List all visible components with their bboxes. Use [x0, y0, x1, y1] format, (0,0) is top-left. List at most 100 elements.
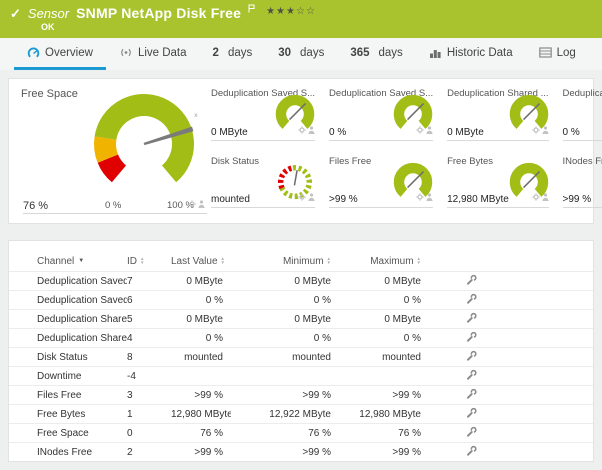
cell-last-value: 0 MByte	[171, 272, 231, 291]
cell-channel[interactable]: INodes Free	[9, 443, 127, 462]
tab-label: Overview	[45, 47, 93, 59]
mini-gear-icon[interactable]	[298, 121, 306, 139]
tab-label: days	[379, 47, 403, 59]
channel-settings-wrench-icon[interactable]	[466, 372, 477, 383]
cell-maximum: mounted	[339, 348, 429, 367]
cell-maximum: >99 %	[339, 443, 429, 462]
mini-gear-icon[interactable]	[188, 195, 196, 213]
table-row[interactable]: Free Bytes 1 12,980 MByte 12,922 MByte 1…	[9, 405, 593, 424]
channel-settings-wrench-icon[interactable]	[466, 391, 477, 402]
cell-channel[interactable]: Free Bytes	[9, 405, 127, 424]
gauge-value: 0 MByte	[447, 127, 484, 138]
gauge-cell: Disk Status mounted	[211, 154, 315, 209]
free-space-gauge[interactable]: x	[84, 82, 204, 202]
live-data-signal-icon	[119, 46, 133, 59]
mini-user-icon[interactable]	[308, 121, 315, 139]
cell-maximum: 0 MByte	[339, 310, 429, 329]
mini-user-icon[interactable]	[542, 121, 549, 139]
tab-number: 2	[213, 47, 219, 59]
mini-user-icon[interactable]	[426, 188, 433, 206]
tab-bar: Overview Live Data 2days 30days 365days …	[0, 38, 602, 70]
tab-log[interactable]: Log	[526, 38, 589, 70]
cell-id: 5	[127, 310, 171, 329]
channel-settings-wrench-icon[interactable]	[466, 296, 477, 307]
flag-icon[interactable]	[248, 0, 255, 18]
star-rating[interactable]: ★★★☆☆	[266, 6, 316, 17]
table-row[interactable]: Deduplication Shared S... 5 0 MByte 0 MB…	[9, 310, 593, 329]
channel-settings-wrench-icon[interactable]	[466, 353, 477, 364]
table-row[interactable]: Deduplication Shared S... 4 0 % 0 % 0 %	[9, 329, 593, 348]
table-row[interactable]: Deduplication Saved Sp... 7 0 MByte 0 MB…	[9, 272, 593, 291]
column-header-maximum[interactable]: Maximum▲▼	[339, 251, 429, 272]
cell-last-value: >99 %	[171, 443, 231, 462]
gauge-scale-min: 0 %	[105, 200, 121, 211]
mini-gear-icon[interactable]	[298, 188, 306, 206]
mini-user-icon[interactable]	[542, 188, 549, 206]
cell-id: 4	[127, 329, 171, 348]
channel-settings-wrench-icon[interactable]	[466, 277, 477, 288]
table-row[interactable]: Files Free 3 >99 % >99 % >99 %	[9, 386, 593, 405]
channel-settings-wrench-icon[interactable]	[466, 334, 477, 345]
tab-settings[interactable]: Settings	[589, 38, 602, 70]
tab-label: Log	[557, 47, 576, 59]
divider	[23, 213, 207, 214]
mini-user-icon[interactable]	[308, 188, 315, 206]
overview-gauge-icon	[27, 46, 40, 59]
tab-2-days[interactable]: 2days	[200, 38, 266, 70]
sensor-header: ✓ Sensor SNMP NetApp Disk Free ★★★☆☆ OK	[0, 0, 602, 38]
cell-channel[interactable]: Downtime	[9, 367, 127, 386]
mini-gear-icon[interactable]	[532, 121, 540, 139]
column-header-channel[interactable]: Channel▼	[9, 251, 127, 272]
cell-channel[interactable]: Disk Status	[9, 348, 127, 367]
cell-maximum: 12,980 MByte	[339, 405, 429, 424]
cell-last-value: 0 MByte	[171, 310, 231, 329]
cell-id: 8	[127, 348, 171, 367]
gauge-value: 12,980 MByte	[447, 194, 509, 205]
cell-id: -4	[127, 367, 171, 386]
cell-last-value: 12,980 MByte	[171, 405, 231, 424]
tab-label: Live Data	[138, 47, 187, 59]
column-header-minimum[interactable]: Minimum▲▼	[231, 251, 339, 272]
table-row[interactable]: Downtime -4	[9, 367, 593, 386]
table-row[interactable]: Disk Status 8 mounted mounted mounted	[9, 348, 593, 367]
tab-overview[interactable]: Overview	[14, 38, 106, 70]
cell-channel[interactable]: Free Space	[9, 424, 127, 443]
mini-user-icon[interactable]	[426, 121, 433, 139]
cell-channel[interactable]: Deduplication Shared S...	[9, 329, 127, 348]
channel-settings-wrench-icon[interactable]	[466, 410, 477, 421]
sort-icon: ▲▼	[221, 257, 225, 264]
channel-table: Channel▼ ID▲▼ Last Value▲▼ Minimum▲▼ Max…	[9, 251, 593, 461]
cell-channel[interactable]: Deduplication Saved Sp...	[9, 272, 127, 291]
gauge-cell: Deduplication Shared ... 0 %	[563, 86, 602, 141]
column-header-id[interactable]: ID▲▼	[127, 251, 171, 272]
cell-minimum	[231, 367, 339, 386]
tab-live-data[interactable]: Live Data	[106, 38, 200, 70]
tab-365-days[interactable]: 365days	[337, 38, 415, 70]
tab-30-days[interactable]: 30days	[265, 38, 337, 70]
channel-settings-wrench-icon[interactable]	[466, 315, 477, 326]
gauge-value: 0 %	[563, 127, 580, 138]
channel-settings-wrench-icon[interactable]	[466, 429, 477, 440]
svg-text:x: x	[194, 112, 198, 119]
status-check-icon: ✓	[10, 7, 21, 20]
gauge-cell: Files Free >99 %	[329, 154, 433, 209]
cell-minimum: mounted	[231, 348, 339, 367]
mini-gear-icon[interactable]	[416, 121, 424, 139]
cell-channel[interactable]: Deduplication Saved Sp...	[9, 291, 127, 310]
sort-icon: ▲▼	[417, 257, 421, 264]
table-row[interactable]: INodes Free 2 >99 % >99 % >99 %	[9, 443, 593, 462]
mini-gear-icon[interactable]	[532, 188, 540, 206]
channel-settings-wrench-icon[interactable]	[466, 448, 477, 459]
cell-id: 2	[127, 443, 171, 462]
mini-user-icon[interactable]	[198, 195, 205, 213]
cell-last-value	[171, 367, 231, 386]
cell-channel[interactable]: Files Free	[9, 386, 127, 405]
mini-gear-icon[interactable]	[416, 188, 424, 206]
tab-historic-data[interactable]: Historic Data	[416, 38, 526, 70]
log-table-icon	[539, 47, 552, 58]
column-header-settings	[429, 251, 514, 272]
cell-channel[interactable]: Deduplication Shared S...	[9, 310, 127, 329]
column-header-last-value[interactable]: Last Value▲▼	[171, 251, 231, 272]
table-row[interactable]: Deduplication Saved Sp... 6 0 % 0 % 0 %	[9, 291, 593, 310]
table-row[interactable]: Free Space 0 76 % 76 % 76 %	[9, 424, 593, 443]
